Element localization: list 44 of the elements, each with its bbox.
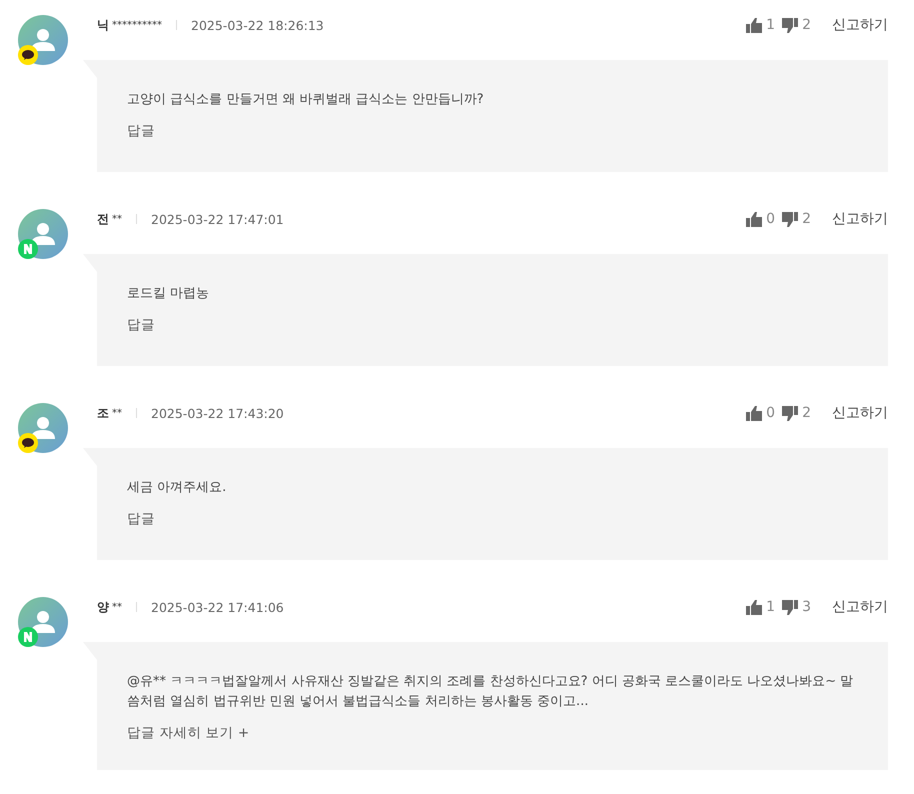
thumbs-down-icon[interactable] xyxy=(782,18,798,32)
comment-date: 2025-03-22 17:41:06 xyxy=(151,600,284,614)
like-count: 1 xyxy=(766,17,776,33)
author-name: 전 xyxy=(97,210,109,228)
comment-text: 세금 아껴주세요. xyxy=(127,479,228,497)
comment-date: 2025-03-22 17:47:01 xyxy=(151,212,284,226)
masked-id: ********** xyxy=(112,20,162,30)
chat-bubble-icon xyxy=(18,45,38,65)
report-link[interactable]: 신고하기 xyxy=(832,404,888,422)
comment-text: @유** ㅋㅋㅋㅋ법잘알께서 사유재산 징발같은 취지의 조례를 찬성하신다고요? 어디 공화국 로스쿨이라도 나오셨나봐요~ 말씀처럼 열심히 법규위반 민원 넣어서 불법급식소들 처리하는 봉사활동 중이고... xyxy=(127,673,854,711)
comment-date: 2025-03-22 18:26:13 xyxy=(191,18,324,32)
thumbs-up-icon[interactable] xyxy=(746,18,762,32)
thumbs-up-icon[interactable] xyxy=(746,406,762,420)
thumbs-up-icon[interactable] xyxy=(746,600,762,614)
report-link[interactable]: 신고하기 xyxy=(832,598,888,616)
reply-link[interactable]: 답글 xyxy=(127,123,155,139)
like-count: 0 xyxy=(766,405,776,421)
like-count: 0 xyxy=(766,211,776,227)
author-name: 조 xyxy=(97,404,109,422)
reply-link[interactable]: 답글 자세히 보기 + xyxy=(127,725,250,741)
dislike-count: 2 xyxy=(802,211,811,227)
masked-id: ** xyxy=(112,408,122,418)
report-link[interactable]: 신고하기 xyxy=(832,210,888,228)
author-name: 양 xyxy=(97,598,109,616)
masked-id: ** xyxy=(112,602,122,612)
masked-id: ** xyxy=(112,214,122,224)
thumbs-down-icon[interactable] xyxy=(782,406,798,420)
dislike-count: 2 xyxy=(802,405,811,421)
thumbs-up-icon[interactable] xyxy=(746,212,762,226)
thumbs-down-icon[interactable] xyxy=(782,212,798,226)
comment-date: 2025-03-22 17:43:20 xyxy=(151,406,284,420)
dislike-count: 2 xyxy=(802,17,811,33)
n-logo-icon xyxy=(18,239,38,259)
reply-link[interactable]: 답글 xyxy=(127,511,155,527)
dislike-count: 3 xyxy=(802,599,811,615)
comment-text: 고양이 급식소를 만들거면 왜 바퀴벌래 급식소는 안만듭니까? xyxy=(127,91,485,109)
chat-bubble-icon xyxy=(18,433,38,453)
thumbs-down-icon[interactable] xyxy=(782,600,798,614)
comment-text: 로드킬 마렵농 xyxy=(127,285,210,303)
reply-link[interactable]: 답글 xyxy=(127,317,155,333)
report-link[interactable]: 신고하기 xyxy=(832,16,888,34)
author-name: 닉 xyxy=(97,16,109,34)
like-count: 1 xyxy=(766,599,776,615)
n-logo-icon xyxy=(18,627,38,647)
